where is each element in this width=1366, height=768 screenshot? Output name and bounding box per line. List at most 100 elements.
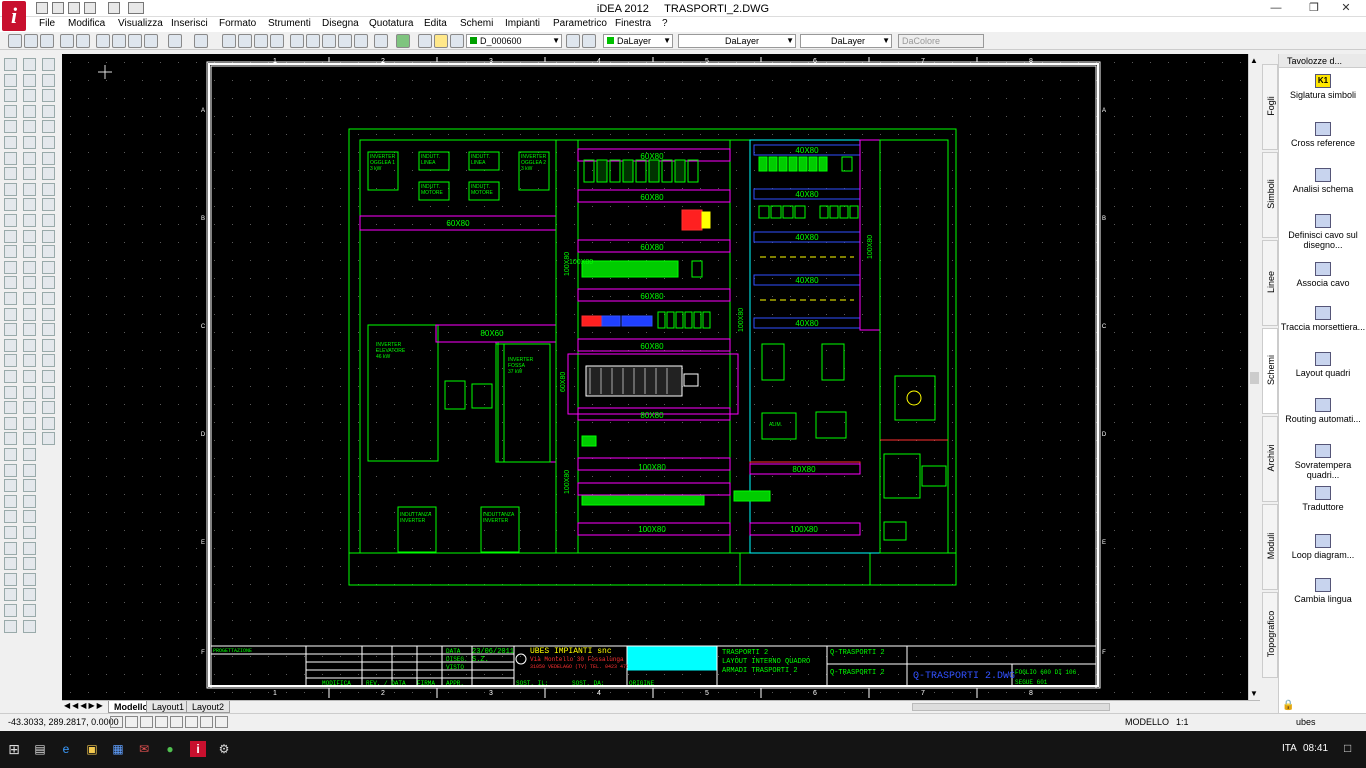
scroll-up-icon[interactable]: ▲	[1250, 56, 1258, 65]
linetype-dropdown[interactable]: DaLayer ▼	[678, 34, 796, 48]
gradient-tool-icon[interactable]	[23, 182, 36, 196]
radius-tool-icon[interactable]	[23, 292, 36, 305]
menu-modifica[interactable]: Modifica	[68, 18, 105, 29]
layer-manager-icon[interactable]	[396, 34, 410, 48]
make-current-icon[interactable]	[566, 34, 580, 48]
tolerance-tool-icon[interactable]	[23, 370, 36, 383]
menu-finestra[interactable]: Finestra	[615, 18, 651, 29]
dim-edit-tool-icon[interactable]	[4, 510, 17, 524]
linear-tool-icon[interactable]	[23, 463, 36, 477]
table-tool-icon[interactable]	[23, 214, 36, 227]
revcloud-tool-icon[interactable]	[4, 167, 17, 181]
menu-file[interactable]: File	[39, 18, 55, 29]
ordinate-tool-icon[interactable]	[23, 276, 36, 290]
palette-item-sovratempera-quadri[interactable]: Sovratempera quadri...	[1279, 444, 1366, 480]
linear-tool-icon[interactable]	[4, 572, 17, 586]
hatch-tool-icon[interactable]	[42, 58, 55, 71]
notifications-icon[interactable]: □	[1344, 741, 1351, 755]
diameter-tool-icon[interactable]	[4, 416, 17, 430]
leader-tool-icon[interactable]	[23, 260, 36, 274]
print-icon[interactable]	[60, 34, 74, 48]
layer-dropdown[interactable]: D_000600 ▼	[466, 34, 562, 48]
layer-freeze-icon[interactable]	[434, 34, 448, 48]
menu-edita[interactable]: Edita	[424, 18, 447, 29]
tab-layout2[interactable]: Layout2	[186, 701, 231, 713]
gradient-tool-icon[interactable]	[4, 292, 17, 305]
insert-block-tool-icon[interactable]	[23, 120, 36, 134]
angular-tool-icon[interactable]	[4, 432, 17, 446]
vtab-topografico[interactable]: Topografico	[1262, 592, 1278, 678]
palette-item-layout-quadri[interactable]: Layout quadri	[1279, 352, 1366, 378]
dim-edit-tool-icon[interactable]	[42, 292, 55, 305]
palette-item-siglatura-simboli[interactable]: K1 Siglatura simboli	[1279, 74, 1366, 100]
palette-item-loop-diagram[interactable]: Loop diagram...	[1279, 534, 1366, 560]
dim-style-tool-icon[interactable]	[42, 323, 55, 337]
scroll-down-icon[interactable]: ▼	[1250, 689, 1258, 698]
scale-list-tool-icon[interactable]	[23, 557, 36, 571]
ellipse-arc-tool-icon[interactable]	[4, 214, 17, 227]
preview-icon[interactable]	[76, 34, 90, 48]
named-views-icon[interactable]	[290, 34, 304, 48]
hatch-tool-icon[interactable]	[23, 167, 36, 181]
xline-tool-icon[interactable]	[23, 588, 36, 602]
drawing-area[interactable]: 1122334455667788AABBCCDDEEFF 60X80 INVERT…	[62, 54, 1248, 700]
dim-update-tool-icon[interactable]	[42, 307, 55, 321]
zoom-window-icon[interactable]	[254, 34, 268, 48]
continue-tool-icon[interactable]	[23, 354, 36, 368]
dim-update-tool-icon[interactable]	[23, 416, 36, 430]
menu-parametrico[interactable]: Parametrico	[553, 18, 607, 29]
zoom-previous-icon[interactable]	[270, 34, 284, 48]
insert-block-tool-icon[interactable]	[4, 229, 17, 243]
ortho-toggle[interactable]	[140, 716, 153, 728]
clock[interactable]: 08:41	[1303, 743, 1328, 754]
palette-item-routing-automati[interactable]: Routing automati...	[1279, 398, 1366, 424]
layer-previous-icon[interactable]	[582, 34, 596, 48]
leader-tool-icon[interactable]	[4, 370, 17, 383]
file-explorer-icon[interactable]: ▣	[84, 741, 100, 757]
dimension-tool-icon[interactable]	[23, 245, 36, 259]
menu-schemi[interactable]: Schemi	[460, 18, 493, 29]
baseline-tool-icon[interactable]	[4, 448, 17, 461]
leader-tool-icon[interactable]	[42, 151, 55, 165]
design-center-icon[interactable]	[322, 34, 336, 48]
dim-update-tool-icon[interactable]	[4, 526, 17, 539]
line-tool-icon[interactable]	[4, 58, 17, 71]
polygon-tool-icon[interactable]	[4, 104, 17, 118]
spline-tool-icon[interactable]	[23, 73, 36, 87]
new-icon[interactable]	[8, 34, 22, 48]
keyboard-language[interactable]: ITA	[1282, 743, 1297, 754]
palette-item-traccia-morsettiera[interactable]: Traccia morsettiera...	[1279, 306, 1366, 332]
calculator-icon[interactable]	[374, 34, 388, 48]
revcloud-tool-icon[interactable]	[23, 58, 36, 71]
multileader-tool-icon[interactable]	[23, 526, 36, 539]
palette-item-traduttore[interactable]: Traduttore	[1279, 486, 1366, 512]
arc-length-tool-icon[interactable]	[42, 385, 55, 399]
drawing-canvas[interactable]: 1122334455667788A AB BC CD DE EF F 60X80INVERT…	[62, 54, 1248, 700]
xline-tool-icon[interactable]	[4, 73, 17, 87]
palette-item-associa-cavo[interactable]: Associa cavo	[1279, 262, 1366, 288]
quick-dim-tool-icon[interactable]	[4, 557, 17, 571]
annotation-scale[interactable]: 1:1	[1176, 717, 1189, 727]
menu-impianti[interactable]: Impianti	[505, 18, 540, 29]
table-tool-icon[interactable]	[42, 104, 55, 118]
line-tool-icon[interactable]	[23, 572, 36, 586]
menu-disegna[interactable]: Disegna	[322, 18, 359, 29]
snap-toggle[interactable]	[110, 716, 123, 728]
horizontal-scrollbar[interactable]	[912, 703, 1110, 711]
otrack-toggle[interactable]	[185, 716, 198, 728]
baseline-tool-icon[interactable]	[23, 338, 36, 352]
color-dropdown[interactable]: DaLayer ▼	[603, 34, 673, 48]
menu-formato[interactable]: Formato	[219, 18, 256, 29]
menu-quotatura[interactable]: Quotatura	[369, 18, 413, 29]
tool-palettes-icon[interactable]	[338, 34, 352, 48]
point-tool-icon[interactable]	[23, 151, 36, 165]
radius-tool-icon[interactable]	[42, 182, 55, 196]
grid-toggle[interactable]	[125, 716, 138, 728]
zoom-realtime-icon[interactable]	[238, 34, 252, 48]
match-properties-icon[interactable]	[144, 34, 158, 48]
arc-length-tool-icon[interactable]	[23, 494, 36, 508]
polyline-tool-icon[interactable]	[23, 604, 36, 617]
dim-style-tool-icon[interactable]	[4, 541, 17, 555]
properties-icon[interactable]	[306, 34, 320, 48]
polar-toggle[interactable]	[155, 716, 168, 728]
